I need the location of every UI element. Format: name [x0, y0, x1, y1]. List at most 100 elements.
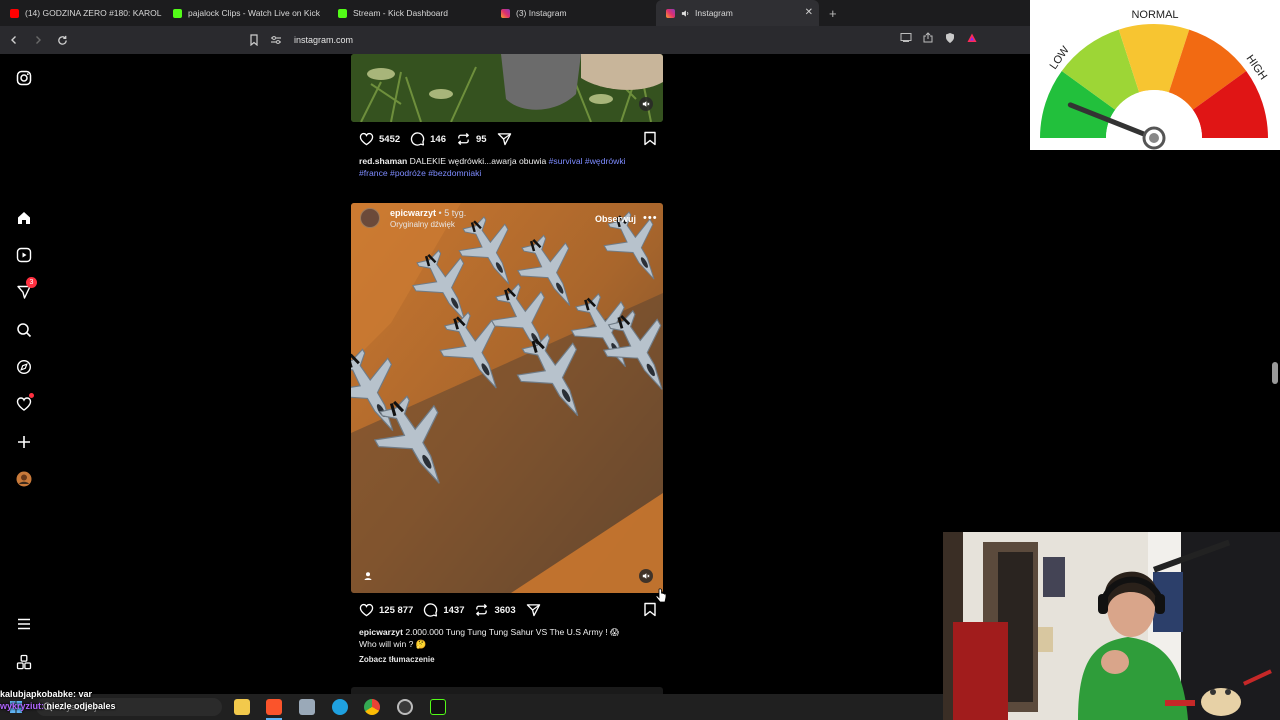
chevron-left-icon — [11, 36, 16, 44]
chat-username: wykryziut: — [0, 701, 45, 711]
share-icon[interactable] — [922, 32, 934, 43]
like-button[interactable]: 125 877 — [359, 603, 413, 617]
repost-button[interactable]: 3603 — [474, 603, 516, 617]
post-author-username[interactable]: epicwarzyt — [390, 208, 436, 218]
tab-instagram-active[interactable]: Instagram ✕ — [656, 0, 819, 26]
share-button[interactable] — [526, 603, 546, 617]
new-tab-button[interactable]: + — [829, 6, 837, 21]
caption-username[interactable]: epicwarzyt — [359, 627, 403, 637]
comment-button[interactable]: 146 — [410, 132, 446, 146]
speaker-icon — [681, 9, 689, 17]
caption-hashtags[interactable]: #survival #wędrówki — [549, 156, 626, 166]
page-scrollbar[interactable] — [1272, 362, 1278, 384]
tab-label: pajalock Clips - Watch Live on Kick — [188, 8, 320, 18]
bookmark-icon[interactable] — [249, 34, 259, 46]
chat-text: niezle odjebales — [46, 701, 116, 711]
tagged-user-icon[interactable] — [363, 571, 373, 581]
tab-label: (14) GODZINA ZERO #180: KAROL N — [25, 8, 163, 18]
create-icon[interactable] — [14, 432, 34, 452]
send-icon — [497, 133, 511, 146]
tab-label: (3) Instagram — [516, 8, 567, 18]
instagram-sidebar: 3 — [0, 54, 50, 694]
tab-label: Stream - Kick Dashboard — [353, 8, 448, 18]
instagram-favicon-icon — [666, 8, 675, 18]
tab-label: Instagram — [695, 8, 733, 18]
send-icon — [526, 604, 540, 617]
cast-icon[interactable] — [900, 32, 912, 43]
brave-shields-icon[interactable] — [944, 32, 956, 44]
forward-button[interactable] — [28, 30, 48, 50]
also-from-meta-icon[interactable] — [14, 652, 34, 672]
follow-button[interactable]: Obserwuj — [595, 214, 636, 224]
repost-icon — [476, 603, 488, 617]
see-translation-link[interactable]: Zobacz tłumaczenie — [359, 655, 435, 664]
share-button[interactable] — [497, 132, 517, 146]
post-audio-label[interactable]: Oryginalny dźwięk — [390, 220, 466, 229]
comment-icon — [424, 603, 438, 617]
caption-text: DALEKIE wędrówki...awarja obuwia — [409, 156, 547, 166]
file-explorer-icon[interactable] — [234, 699, 250, 715]
instagram-favicon-icon — [501, 8, 510, 18]
save-button[interactable] — [643, 602, 657, 620]
comment-button[interactable]: 1437 — [423, 603, 464, 617]
address-field[interactable]: instagram.com — [270, 31, 990, 49]
post-3-media-peek — [351, 687, 663, 694]
comment-icon — [410, 132, 425, 146]
caption-username[interactable]: red.shaman — [359, 156, 407, 166]
like-count: 125 877 — [379, 604, 414, 616]
search-icon[interactable] — [14, 320, 34, 340]
caption-text: Who will win ? 🤔 — [359, 639, 427, 649]
site-settings-icon[interactable] — [270, 35, 282, 45]
chat-text: var — [78, 689, 93, 699]
reel-video-frame — [351, 203, 663, 593]
back-button[interactable] — [4, 30, 24, 50]
chat-message: kalubjapkobabke: var — [0, 688, 116, 700]
tab-kick-clips[interactable]: pajalock Clips - Watch Live on Kick — [163, 0, 328, 26]
brave-browser-icon[interactable] — [266, 699, 282, 715]
brave-rewards-icon[interactable] — [966, 32, 978, 44]
mute-icon[interactable] — [639, 97, 653, 111]
heart-icon — [359, 132, 374, 146]
reels-icon[interactable] — [14, 245, 34, 265]
tab-instagram-notifications[interactable]: (3) Instagram — [491, 0, 656, 26]
gauge-label-normal: NORMAL — [1131, 9, 1178, 21]
more-options-icon[interactable]: ••• — [643, 212, 658, 224]
like-count: 5452 — [379, 133, 401, 145]
repost-count: 3603 — [494, 604, 516, 616]
chat-message: wykryziut: niezle odjebales — [0, 700, 116, 712]
tab-youtube[interactable]: (14) GODZINA ZERO #180: KAROL N — [0, 0, 163, 26]
messages-icon[interactable]: 3 — [14, 277, 37, 302]
chrome-browser-icon[interactable] — [364, 699, 380, 715]
post-1-media[interactable] — [351, 54, 663, 122]
kick-app-icon[interactable] — [430, 699, 446, 715]
close-tab-icon[interactable]: ✕ — [805, 7, 813, 18]
post-2-header: epicwarzyt • 5 tyg. Oryginalny dźwięk — [360, 208, 466, 229]
post-author-line: epicwarzyt • 5 tyg. — [390, 208, 466, 218]
comment-count: 1437 — [443, 604, 465, 616]
menu-icon[interactable] — [14, 614, 34, 634]
explore-icon[interactable] — [14, 357, 34, 377]
caption-hashtags[interactable]: #france #podróże #bezdomniaki — [359, 168, 481, 178]
windows-taskbar: Wyszukaj — [0, 694, 943, 720]
post-author-avatar[interactable] — [360, 208, 380, 228]
repost-button[interactable]: 95 — [456, 132, 487, 146]
mute-icon[interactable] — [639, 569, 653, 583]
kick-favicon-icon — [338, 8, 347, 18]
profile-avatar[interactable] — [14, 469, 34, 489]
notification-dot — [29, 393, 34, 398]
edge-browser-icon[interactable] — [332, 699, 348, 715]
post-2-actions: 125 877 1437 3603 — [359, 601, 657, 619]
post-1-caption: red.shaman DALEKIE wędrówki...awarja obu… — [359, 155, 649, 179]
notifications-icon[interactable] — [14, 393, 34, 414]
tab-kick-dashboard[interactable]: Stream - Kick Dashboard — [328, 0, 491, 26]
app-icon[interactable] — [299, 699, 315, 715]
reload-button[interactable] — [52, 30, 72, 50]
obs-icon[interactable] — [397, 699, 413, 715]
post-2-media[interactable] — [351, 203, 663, 593]
screen: (14) GODZINA ZERO #180: KAROL N pajalock… — [0, 0, 1280, 720]
like-button[interactable]: 5452 — [359, 132, 400, 146]
instagram-logo-icon[interactable] — [14, 68, 34, 88]
streamer-webcam — [943, 532, 1280, 720]
home-icon[interactable] — [14, 208, 34, 228]
save-button[interactable] — [643, 131, 657, 149]
